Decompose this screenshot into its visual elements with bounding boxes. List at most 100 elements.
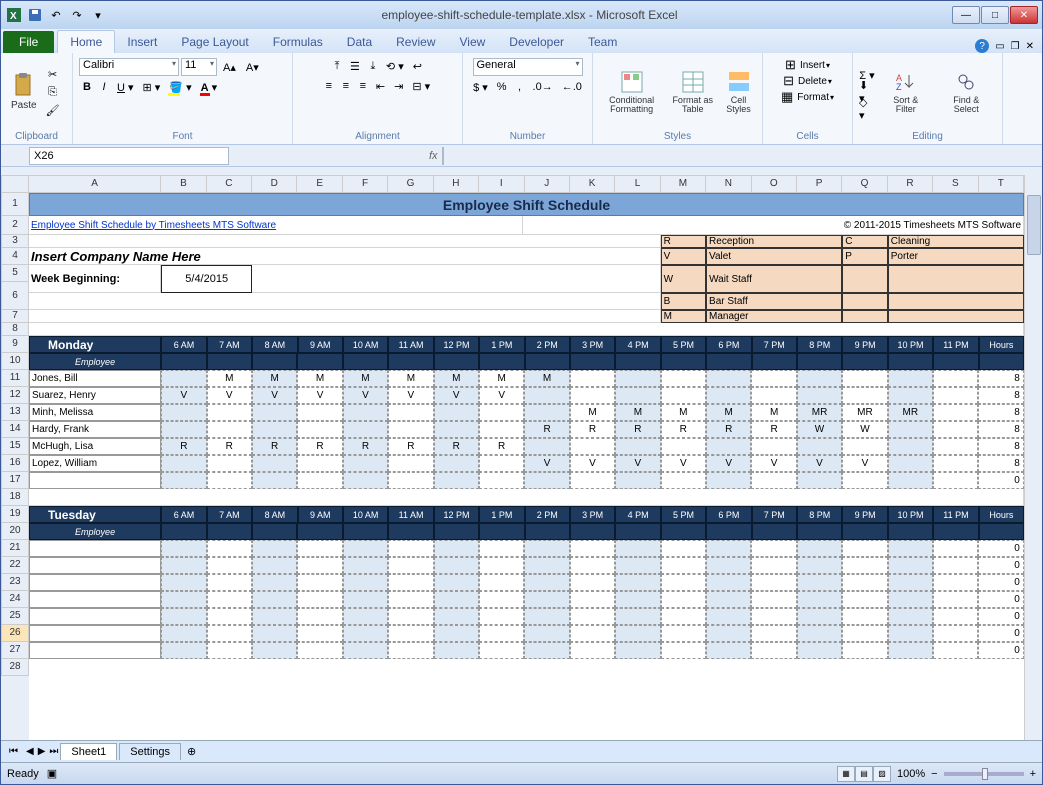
vertical-scrollbar[interactable] xyxy=(1024,175,1042,740)
clear-icon[interactable]: ◇ ▾ xyxy=(859,101,875,117)
shift-cell[interactable] xyxy=(161,370,206,387)
hours-cell[interactable]: 8 xyxy=(978,404,1023,421)
shift-cell[interactable] xyxy=(343,608,388,625)
shift-cell[interactable] xyxy=(706,370,751,387)
tab-data[interactable]: Data xyxy=(335,31,384,53)
hours-cell[interactable]: 8 xyxy=(978,421,1023,438)
row-header[interactable]: 18 xyxy=(1,489,29,506)
minimize-ribbon-icon[interactable]: ▭ xyxy=(995,41,1004,52)
sheet-tab-sheet1[interactable]: Sheet1 xyxy=(60,743,117,760)
select-all-corner[interactable] xyxy=(1,175,29,193)
tab-team[interactable]: Team xyxy=(576,31,629,53)
shift-cell[interactable] xyxy=(888,370,933,387)
time-header[interactable]: 3 PM xyxy=(570,336,615,353)
row-header[interactable]: 11 xyxy=(1,370,29,387)
scrollbar-thumb[interactable] xyxy=(1027,195,1041,255)
time-header[interactable]: 7 AM xyxy=(207,336,252,353)
format-painter-icon[interactable]: 🖌 xyxy=(45,102,61,118)
shift-cell[interactable]: V xyxy=(479,387,524,404)
company-name[interactable]: Insert Company Name Here xyxy=(29,248,661,265)
tab-page-layout[interactable]: Page Layout xyxy=(169,31,260,53)
shift-cell[interactable] xyxy=(615,625,660,642)
shift-cell[interactable] xyxy=(524,625,569,642)
insert-cells-button[interactable]: Insert xyxy=(800,60,825,71)
shift-cell[interactable] xyxy=(661,574,706,591)
shift-cell[interactable] xyxy=(388,455,433,472)
time-header[interactable]: 7 PM xyxy=(752,336,797,353)
save-icon[interactable] xyxy=(26,6,44,24)
zoom-slider[interactable] xyxy=(944,772,1024,776)
shift-cell[interactable] xyxy=(207,404,252,421)
time-header[interactable]: 2 PM xyxy=(525,506,570,523)
emp-header-blank[interactable] xyxy=(570,353,615,370)
font-color-button[interactable]: A ▾ xyxy=(197,79,222,96)
shift-cell[interactable] xyxy=(842,540,887,557)
employee-name[interactable] xyxy=(29,540,161,557)
shift-cell[interactable]: V xyxy=(570,455,615,472)
shift-cell[interactable]: R xyxy=(343,438,388,455)
legend-label[interactable]: Valet xyxy=(706,248,842,265)
hours-cell[interactable]: 8 xyxy=(978,370,1023,387)
time-header[interactable]: 4 PM xyxy=(615,506,660,523)
shift-cell[interactable] xyxy=(933,387,978,404)
shift-cell[interactable] xyxy=(751,472,796,489)
shift-cell[interactable]: V xyxy=(797,455,842,472)
employee-name[interactable] xyxy=(29,608,161,625)
tab-nav-prev-icon[interactable]: ◀ xyxy=(26,746,34,757)
shift-cell[interactable] xyxy=(161,557,206,574)
hours-cell[interactable]: 8 xyxy=(978,455,1023,472)
legend-code[interactable] xyxy=(842,310,887,323)
shift-cell[interactable]: M xyxy=(252,370,297,387)
shift-cell[interactable]: M xyxy=(661,404,706,421)
time-header[interactable]: 6 PM xyxy=(706,336,751,353)
name-box[interactable]: X26 xyxy=(29,147,229,165)
legend-code[interactable]: C xyxy=(842,235,887,248)
shift-cell[interactable] xyxy=(479,472,524,489)
shift-cell[interactable] xyxy=(161,574,206,591)
shift-cell[interactable] xyxy=(479,404,524,421)
shift-cell[interactable] xyxy=(570,370,615,387)
emp-header-blank[interactable] xyxy=(933,523,978,540)
shift-cell[interactable] xyxy=(524,404,569,421)
shift-cell[interactable]: R xyxy=(297,438,342,455)
row-header[interactable]: 10 xyxy=(1,353,29,370)
emp-header-blank[interactable] xyxy=(479,353,524,370)
shift-cell[interactable] xyxy=(343,421,388,438)
hours-header[interactable]: Hours xyxy=(979,506,1024,523)
shift-cell[interactable] xyxy=(842,472,887,489)
week-label[interactable]: Week Beginning: xyxy=(29,265,161,293)
shift-cell[interactable] xyxy=(661,557,706,574)
shift-cell[interactable] xyxy=(888,421,933,438)
row-header[interactable]: 24 xyxy=(1,591,29,608)
hours-cell[interactable]: 0 xyxy=(978,608,1023,625)
shift-cell[interactable]: M xyxy=(479,370,524,387)
hours-cell[interactable]: 0 xyxy=(978,591,1023,608)
shift-cell[interactable] xyxy=(661,540,706,557)
emp-header-blank[interactable] xyxy=(888,523,933,540)
hours-cell[interactable]: 0 xyxy=(978,625,1023,642)
column-header[interactable]: C xyxy=(207,175,252,193)
shift-cell[interactable]: V xyxy=(751,455,796,472)
shift-cell[interactable] xyxy=(661,370,706,387)
row-header[interactable]: 20 xyxy=(1,523,29,540)
shift-cell[interactable] xyxy=(797,370,842,387)
align-center-icon[interactable]: ≡ xyxy=(338,78,354,95)
tab-nav-next-icon[interactable]: ▶ xyxy=(34,746,50,757)
legend-label[interactable]: Cleaning xyxy=(888,235,1024,248)
spacer[interactable] xyxy=(252,265,661,293)
shift-cell[interactable] xyxy=(252,455,297,472)
employee-name[interactable] xyxy=(29,574,161,591)
shift-cell[interactable] xyxy=(933,472,978,489)
shift-cell[interactable] xyxy=(343,591,388,608)
shift-cell[interactable] xyxy=(706,625,751,642)
shift-cell[interactable] xyxy=(933,438,978,455)
time-header[interactable]: 10 AM xyxy=(343,506,388,523)
shift-cell[interactable]: W xyxy=(797,421,842,438)
hours-cell[interactable]: 0 xyxy=(978,540,1023,557)
shift-cell[interactable] xyxy=(888,438,933,455)
shift-cell[interactable] xyxy=(388,591,433,608)
hours-cell[interactable]: 0 xyxy=(978,472,1023,489)
legend-label[interactable]: Bar Staff xyxy=(706,293,842,310)
row-header[interactable]: 22 xyxy=(1,557,29,574)
shift-cell[interactable] xyxy=(706,540,751,557)
